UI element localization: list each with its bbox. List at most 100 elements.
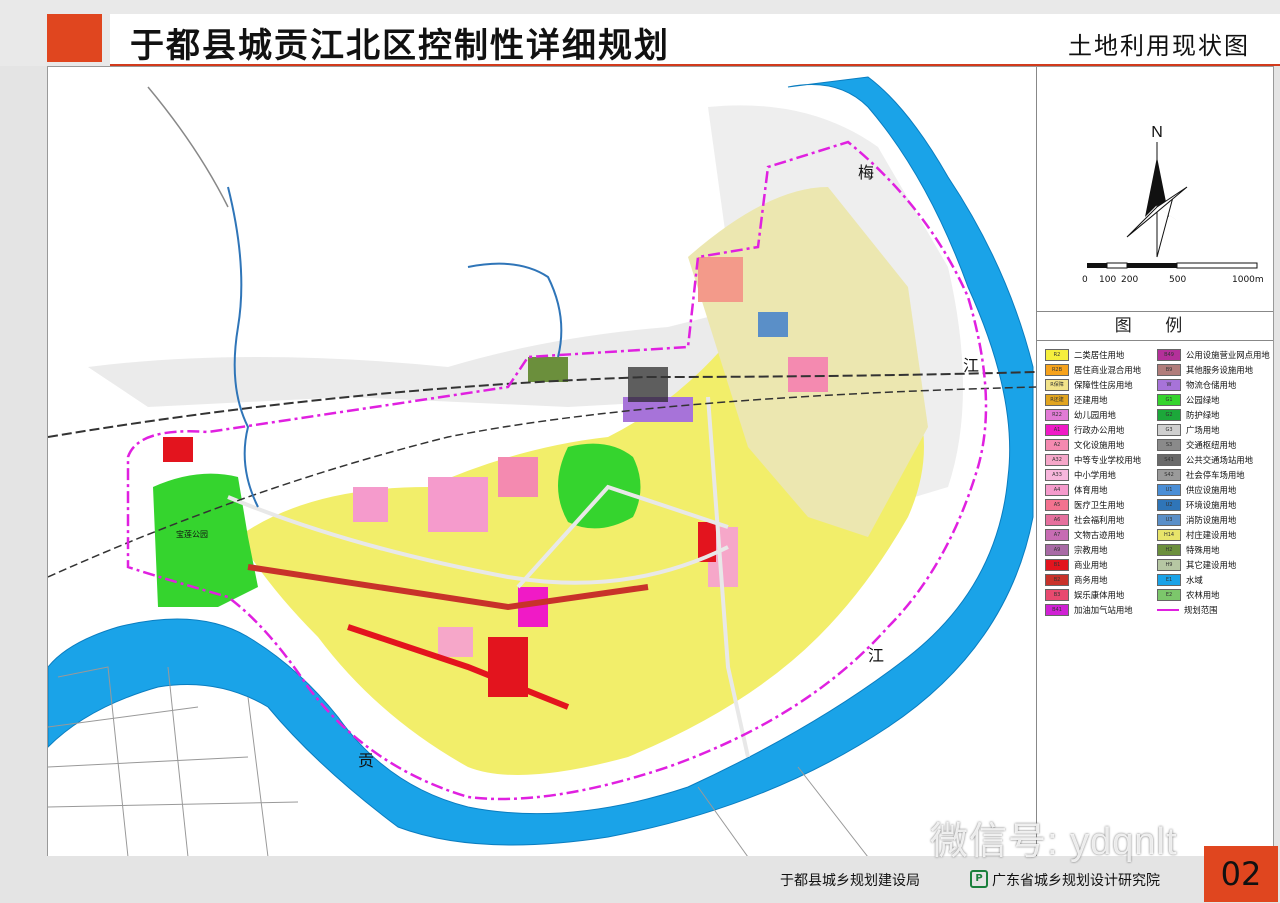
legend-item: B3 娱乐康体用地 (1045, 587, 1157, 602)
legend-label: 文化设施用地 (1074, 439, 1125, 450)
legend-swatch: G1 (1157, 393, 1181, 406)
map-subtitle: 土地利用现状图 (1068, 32, 1250, 60)
legend-swatch: E1 (1157, 573, 1181, 586)
legend-label: 中小学用地 (1074, 469, 1116, 480)
north-label: N (1151, 124, 1163, 141)
legend-item: G3 广场用地 (1157, 422, 1269, 437)
legend-swatch: R22 (1045, 408, 1069, 421)
header-bar: 于都县城贡江北区控制性详细规划 土地利用现状图 (0, 0, 1280, 66)
legend-item: B2 商务用地 (1045, 572, 1157, 587)
legend-item: G1 公园绿地 (1157, 392, 1269, 407)
legend-label: 娱乐康体用地 (1074, 589, 1125, 600)
legend-label: 特殊用地 (1186, 544, 1220, 555)
river-label-jiang-2: 江 (868, 646, 885, 665)
legend-item: W 物流仓储用地 (1157, 377, 1269, 392)
legend-label: 社会停车场用地 (1186, 469, 1245, 480)
legend-swatch: H9 (1157, 558, 1181, 571)
legend-item: A5 医疗卫生用地 (1045, 497, 1157, 512)
legend-label: 农林用地 (1186, 589, 1220, 600)
legend-item: A1 行政办公用地 (1045, 422, 1157, 437)
legend-panel: N 0 100 200 500 1000m 图 例 R2 二类居住用地 R2B 居住商… (1036, 67, 1273, 857)
legend-swatch: E2 (1157, 588, 1181, 601)
legend-label: 供应设施用地 (1186, 484, 1237, 495)
river-label-mei: 梅 (858, 163, 875, 182)
legend-label: 宗教用地 (1074, 544, 1108, 555)
legend-swatch: B2 (1045, 573, 1069, 586)
legend-swatch: U2 (1157, 498, 1181, 511)
legend-label: 交通枢纽用地 (1186, 439, 1237, 450)
legend-swatch: R保障 (1045, 378, 1069, 391)
legend-label: 物流仓储用地 (1186, 379, 1237, 390)
legend-swatch: R还建 (1045, 393, 1069, 406)
park-label: 宝莲公园 (176, 530, 208, 539)
legend-label: 社会福利用地 (1074, 514, 1125, 525)
legend-swatch: S3 (1157, 438, 1181, 451)
legend-item: R保障 保障性住房用地 (1045, 377, 1157, 392)
legend-swatch: G3 (1157, 423, 1181, 436)
legend-item: R2B 居住商业混合用地 (1045, 362, 1157, 377)
legend-label: 幼儿园用地 (1074, 409, 1116, 420)
legend-item: H2 特殊用地 (1157, 542, 1269, 557)
legend-label: 公共交通场站用地 (1186, 454, 1253, 465)
legend-label: 还建用地 (1074, 394, 1108, 405)
legend-label: 公用设施营业网点用地 (1186, 349, 1270, 360)
watermark: 微信号: ydqnlt (930, 821, 1178, 863)
river-label-gong: 贡 (358, 751, 375, 770)
legend-label: 二类居住用地 (1074, 349, 1125, 360)
river-label-jiang-1: 江 (963, 356, 980, 375)
legend-swatch: A9 (1045, 543, 1069, 556)
legend-item: R22 幼儿园用地 (1045, 407, 1157, 422)
legend-swatch: A6 (1045, 513, 1069, 526)
legend-label: 加油加气站用地 (1074, 604, 1133, 615)
legend-item: U1 供应设施用地 (1157, 482, 1269, 497)
legend-label: 商务用地 (1074, 574, 1108, 585)
institute-logo-icon: P (970, 870, 988, 888)
legend-item: A7 文物古迹用地 (1045, 527, 1157, 542)
legend-swatch: R2 (1045, 348, 1069, 361)
legend-swatch: A1 (1045, 423, 1069, 436)
scale-0: 0 (1082, 275, 1088, 285)
legend-item: B1 商业用地 (1045, 557, 1157, 572)
legend-label: 水域 (1186, 574, 1203, 585)
legend-item: S3 交通枢纽用地 (1157, 437, 1269, 452)
land-use-map[interactable] (48, 67, 1036, 857)
legend-swatch: H2 (1157, 543, 1181, 556)
scale-bar: 0 100 200 500 1000m (1082, 262, 1264, 285)
legend-item: A4 体育用地 (1045, 482, 1157, 497)
legend-item: U3 消防设施用地 (1157, 512, 1269, 527)
org-design-institute: 广东省城乡规划设计研究院 (992, 873, 1160, 889)
legend-item: B49 公用设施营业网点用地 (1157, 347, 1270, 362)
legend-item: E2 农林用地 (1157, 587, 1269, 602)
legend-item: G2 防护绿地 (1157, 407, 1269, 422)
legend-swatch: R2B (1045, 363, 1069, 376)
legend-label: 体育用地 (1074, 484, 1108, 495)
legend-swatch: B41 (1045, 603, 1069, 616)
legend-label: 消防设施用地 (1186, 514, 1237, 525)
page-number: 02 (1204, 846, 1278, 902)
legend-label: 医疗卫生用地 (1074, 499, 1125, 510)
legend-swatch: H14 (1157, 528, 1181, 541)
legend-swatch: B3 (1045, 588, 1069, 601)
legend-swatch: U3 (1157, 513, 1181, 526)
legend-swatch: B1 (1045, 558, 1069, 571)
legend-swatch: B49 (1157, 348, 1181, 361)
legend-swatch: A33 (1045, 468, 1069, 481)
legend-item: S41 公共交通场站用地 (1157, 452, 1269, 467)
scale-100: 100 (1099, 275, 1116, 285)
legend-swatch (1157, 604, 1179, 615)
legend-item: A9 宗教用地 (1045, 542, 1157, 557)
legend-swatch: U1 (1157, 483, 1181, 496)
page-title: 于都县城贡江北区控制性详细规划 (130, 26, 670, 66)
legend-label: 商业用地 (1074, 559, 1108, 570)
legend-label: 规划范围 (1184, 604, 1218, 615)
legend-swatch: A2 (1045, 438, 1069, 451)
legend-label: 文物古迹用地 (1074, 529, 1125, 540)
scale-200: 200 (1121, 275, 1138, 285)
legend-swatch: G2 (1157, 408, 1181, 421)
legend-label: 公园绿地 (1186, 394, 1220, 405)
legend-title: 图 例 (1037, 311, 1273, 341)
legend-swatch: A4 (1045, 483, 1069, 496)
org-planning-bureau: 于都县城乡规划建设局 (780, 873, 920, 889)
scale-500: 500 (1169, 275, 1186, 285)
legend-label: 防护绿地 (1186, 409, 1220, 420)
